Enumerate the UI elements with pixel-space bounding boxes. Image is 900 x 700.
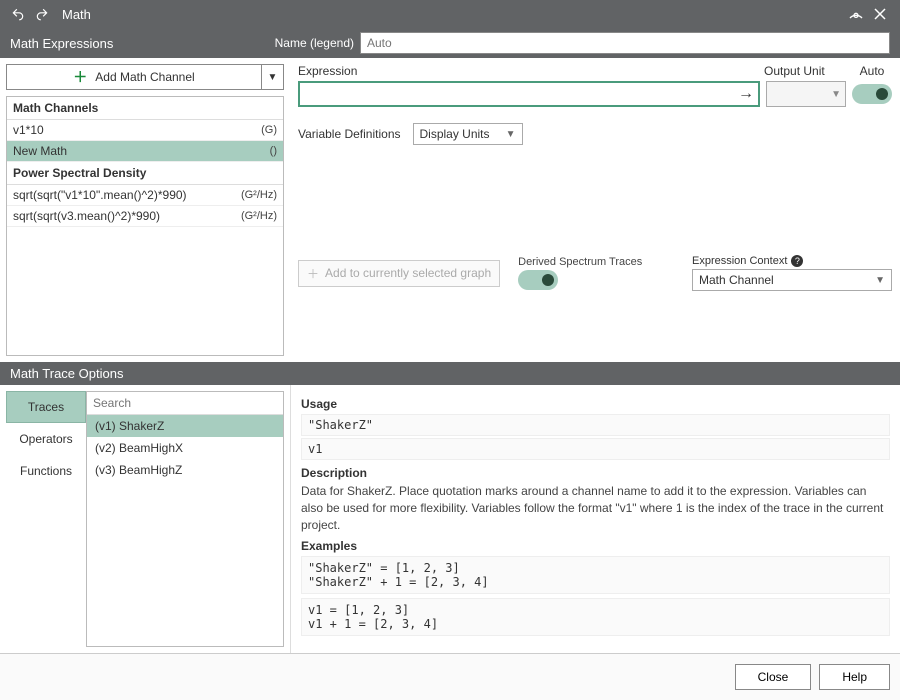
math-trace-options-label: Math Trace Options <box>10 366 123 381</box>
plus-icon: ＋ <box>307 265 319 282</box>
auto-label: Auto <box>852 64 892 78</box>
chevron-down-icon: ▼ <box>506 129 516 140</box>
trace-list: (v1) ShakerZ (v2) BeamHighX (v3) BeamHig… <box>87 415 283 646</box>
trace-search-input[interactable] <box>87 392 283 415</box>
expression-context-label: Expression Context <box>692 255 787 267</box>
chevron-down-icon: ▼ <box>831 89 841 100</box>
add-to-graph-label: Add to currently selected graph <box>325 266 491 280</box>
description-text: Data for ShakerZ. Place quotation marks … <box>301 483 890 533</box>
add-math-channel-row: ＋ Add Math Channel ▼ <box>6 64 284 90</box>
expression-context-col: Expression Context ? Math Channel ▼ <box>692 255 892 291</box>
trace-tabs: Traces Operators Functions <box>6 391 86 647</box>
usage-line: v1 <box>301 438 890 460</box>
channel-row[interactable]: sqrt(sqrt(v3.mean()^2)*990) (G²/Hz) <box>7 206 283 227</box>
trace-item[interactable]: (v3) BeamHighZ <box>87 459 283 481</box>
derived-spectrum-toggle[interactable] <box>518 270 558 290</box>
channel-unit: (G²/Hz) <box>241 189 277 201</box>
usage-line: "ShakerZ" <box>301 414 890 436</box>
variable-definitions-select[interactable]: Display Units ▼ <box>413 123 523 145</box>
forward-button[interactable] <box>32 4 52 24</box>
expression-panel: Expression Output Unit Auto → ▼ Variable… <box>290 58 900 362</box>
chevron-down-icon: ▼ <box>875 275 885 286</box>
example-block: v1 = [1, 2, 3] v1 + 1 = [2, 3, 4] <box>301 598 890 636</box>
channel-unit: () <box>270 145 277 157</box>
trace-list-wrap: (v1) ShakerZ (v2) BeamHighX (v3) BeamHig… <box>86 391 284 647</box>
usage-heading: Usage <box>301 397 890 411</box>
tab-traces[interactable]: Traces <box>6 391 86 423</box>
derived-spectrum-col: Derived Spectrum Traces <box>518 256 642 290</box>
close-button[interactable]: Close <box>735 664 812 690</box>
dialog-footer: Close Help <box>0 653 900 700</box>
channel-row[interactable]: New Math () <box>7 141 283 162</box>
derived-row: ＋ Add to currently selected graph Derive… <box>298 255 892 291</box>
help-icon[interactable]: ? <box>791 255 803 267</box>
channel-group-psd: Power Spectral Density <box>7 162 283 185</box>
channel-label: New Math <box>13 144 67 158</box>
expression-submit-button[interactable]: → <box>734 85 758 103</box>
description-heading: Description <box>301 466 890 480</box>
expression-input-wrap: → <box>298 81 760 107</box>
auto-toggle[interactable] <box>852 84 892 104</box>
channels-panel: ＋ Add Math Channel ▼ Math Channels v1*10… <box>0 58 290 362</box>
channel-label: v1*10 <box>13 123 44 137</box>
output-unit-select[interactable]: ▼ <box>766 81 846 107</box>
channel-row[interactable]: sqrt(sqrt("v1*10".mean()^2)*990) (G²/Hz) <box>7 185 283 206</box>
math-expressions-label: Math Expressions <box>10 36 113 51</box>
help-button[interactable]: Help <box>819 664 890 690</box>
expression-label: Expression <box>298 64 357 78</box>
channel-unit: (G²/Hz) <box>241 210 277 222</box>
derived-spectrum-label: Derived Spectrum Traces <box>518 256 642 268</box>
chevron-down-icon: ▼ <box>268 72 278 83</box>
expression-header-row: Expression Output Unit Auto <box>298 64 892 78</box>
trace-item[interactable]: (v2) BeamHighX <box>87 437 283 459</box>
expression-context-value: Math Channel <box>699 273 774 287</box>
back-button[interactable] <box>8 4 28 24</box>
expression-controls: → ▼ <box>298 81 892 107</box>
tab-functions[interactable]: Functions <box>6 455 86 487</box>
channel-list: Math Channels v1*10 (G) New Math () Powe… <box>6 96 284 356</box>
trace-item[interactable]: (v1) ShakerZ <box>87 415 283 437</box>
help-header-button[interactable] <box>844 2 868 26</box>
add-math-channel-dropdown[interactable]: ▼ <box>261 65 283 89</box>
expression-context-label-row: Expression Context ? <box>692 255 892 267</box>
variable-definitions-value: Display Units <box>420 127 490 141</box>
channel-group-math: Math Channels <box>7 97 283 120</box>
tab-operators[interactable]: Operators <box>6 423 86 455</box>
channel-row[interactable]: v1*10 (G) <box>7 120 283 141</box>
titlebar: Math <box>0 0 900 28</box>
variable-definitions-row: Variable Definitions Display Units ▼ <box>298 123 892 145</box>
channel-unit: (G) <box>261 124 277 136</box>
add-math-channel-button[interactable]: ＋ Add Math Channel <box>7 65 261 89</box>
expression-context-select[interactable]: Math Channel ▼ <box>692 269 892 291</box>
trace-detail-panel: Usage "ShakerZ" v1 Description Data for … <box>290 385 900 653</box>
expression-input[interactable] <box>300 83 734 105</box>
channel-label: sqrt(sqrt("v1*10".mean()^2)*990) <box>13 188 187 202</box>
add-to-graph-button: ＋ Add to currently selected graph <box>298 260 500 287</box>
trace-left-panel: Traces Operators Functions (v1) ShakerZ … <box>0 385 290 653</box>
window-title: Math <box>62 7 91 22</box>
example-block: "ShakerZ" = [1, 2, 3] "ShakerZ" + 1 = [2… <box>301 556 890 594</box>
trace-section: Traces Operators Functions (v1) ShakerZ … <box>0 385 900 653</box>
output-unit-label: Output Unit <box>764 64 844 78</box>
name-legend-label: Name (legend) <box>275 36 354 50</box>
math-expressions-header: Math Expressions Name (legend) <box>0 28 900 58</box>
name-legend-input[interactable] <box>360 32 890 54</box>
close-window-button[interactable] <box>868 2 892 26</box>
variable-definitions-label: Variable Definitions <box>298 127 401 141</box>
add-math-channel-label: Add Math Channel <box>95 70 194 84</box>
upper-panel: ＋ Add Math Channel ▼ Math Channels v1*10… <box>0 58 900 362</box>
plus-icon: ＋ <box>73 67 87 87</box>
channel-label: sqrt(sqrt(v3.mean()^2)*990) <box>13 209 160 223</box>
math-trace-options-header: Math Trace Options <box>0 362 900 385</box>
examples-heading: Examples <box>301 539 890 553</box>
